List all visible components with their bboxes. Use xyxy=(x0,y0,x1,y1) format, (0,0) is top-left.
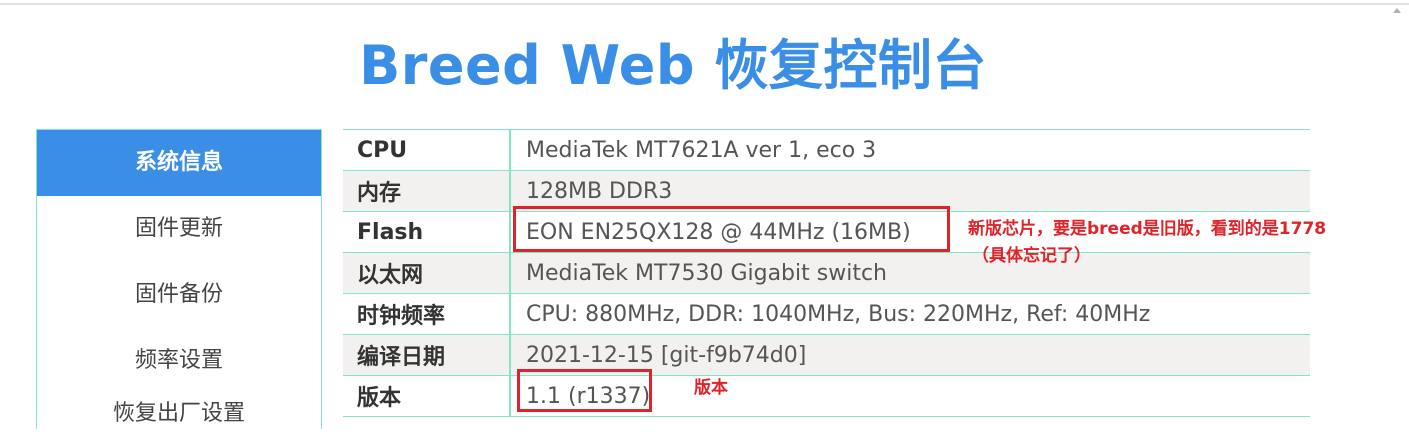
table-row: 版本 1.1 (r1337) xyxy=(343,375,1310,417)
info-key-ethernet: 以太网 xyxy=(343,252,511,294)
table-row: 以太网 MediaTek MT7530 Gigabit switch xyxy=(343,252,1310,294)
scroll-up-arrow-icon[interactable] xyxy=(1393,8,1401,13)
info-key-version: 版本 xyxy=(343,375,511,417)
table-row: CPU MediaTek MT7621A ver 1, eco 3 xyxy=(343,129,1310,171)
flash-annotation-line2: （具体忘记了） xyxy=(972,246,1091,266)
info-value-cpu: MediaTek MT7621A ver 1, eco 3 xyxy=(510,129,1310,171)
sidebar-item-firmware-update[interactable]: 固件更新 xyxy=(37,196,321,262)
info-key-clock: 时钟频率 xyxy=(343,293,511,335)
table-row: 编译日期 2021-12-15 [git-f9b74d0] xyxy=(343,334,1310,376)
system-info-table: CPU MediaTek MT7621A ver 1, eco 3 内存 128… xyxy=(343,129,1310,417)
sidebar-item-factory-reset[interactable]: 恢复出厂设置 xyxy=(37,394,321,434)
version-highlight-box xyxy=(517,369,652,412)
info-value-clock: CPU: 880MHz, DDR: 1040MHz, Bus: 220MHz, … xyxy=(510,293,1310,335)
info-value-ethernet: MediaTek MT7530 Gigabit switch xyxy=(510,252,1310,294)
flash-highlight-box xyxy=(513,206,950,252)
info-key-flash: Flash xyxy=(343,211,511,253)
flash-annotation-line1: 新版芯片，要是breed是旧版，看到的是1778 xyxy=(968,219,1327,239)
sidebar: 系统信息 固件更新 固件备份 频率设置 恢复出厂设置 xyxy=(36,129,322,429)
info-key-memory: 内存 xyxy=(343,170,511,212)
version-annotation: 版本 xyxy=(694,378,728,398)
sidebar-item-firmware-backup[interactable]: 固件备份 xyxy=(37,262,321,328)
info-key-build-date: 编译日期 xyxy=(343,334,511,376)
table-row: 时钟频率 CPU: 880MHz, DDR: 1040MHz, Bus: 220… xyxy=(343,293,1310,335)
info-key-cpu: CPU xyxy=(343,129,511,171)
top-divider xyxy=(0,3,1409,5)
sidebar-item-frequency-settings[interactable]: 频率设置 xyxy=(37,328,321,394)
page-title: Breed Web 恢复控制台 xyxy=(359,34,987,97)
sidebar-item-system-info[interactable]: 系统信息 xyxy=(37,130,321,196)
